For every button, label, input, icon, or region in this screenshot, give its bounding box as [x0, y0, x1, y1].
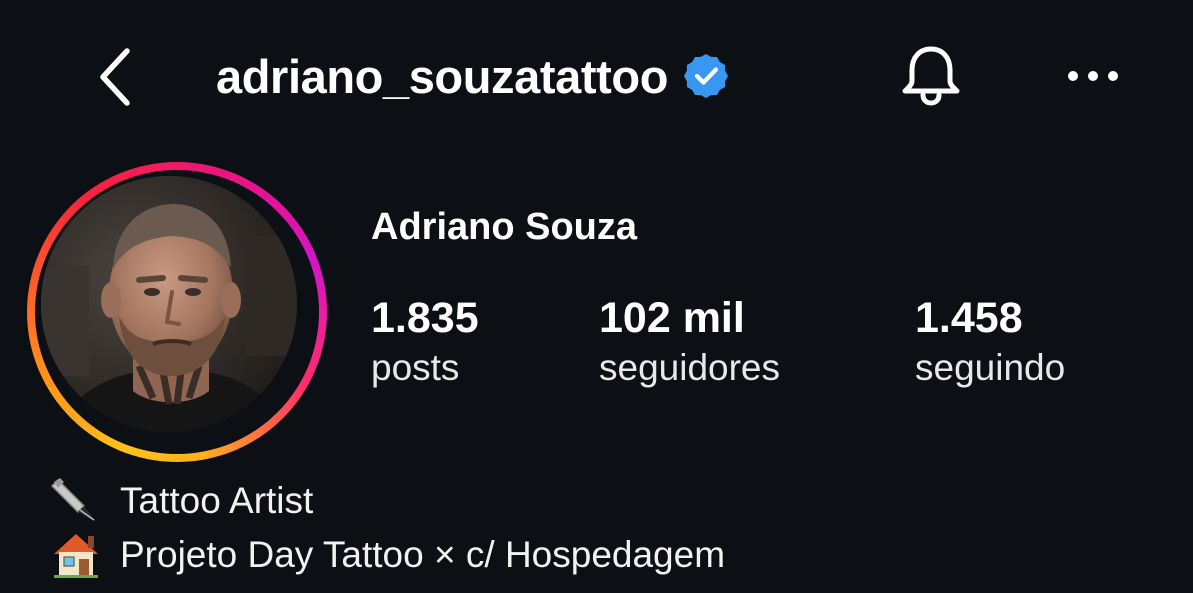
bio-line: Projeto Day Tattoo × c/ Hospedagem	[48, 529, 725, 581]
following-count[interactable]: 1.458 seguindo	[915, 292, 1065, 392]
house-emoji-icon	[48, 530, 104, 580]
avatar	[41, 176, 297, 432]
username: adriano_souzatattoo	[216, 49, 669, 103]
profile-username-header: adriano_souzatattoo	[216, 44, 730, 108]
notifications-button[interactable]	[896, 40, 966, 112]
bio-line: Tattoo Artist	[48, 475, 313, 527]
story-ring[interactable]	[27, 162, 327, 462]
pen-nib-emoji-icon	[48, 476, 104, 526]
followers-count[interactable]: 102 mil seguidores	[599, 292, 780, 392]
back-button[interactable]	[88, 42, 142, 112]
following-label: seguindo	[915, 347, 1066, 388]
followers-label: seguidores	[599, 347, 781, 388]
posts-count[interactable]: 1.835 posts	[371, 292, 479, 392]
following-value: 1.458	[915, 294, 1023, 342]
bio-text: Tattoo Artist	[120, 480, 314, 521]
verified-badge-icon	[682, 52, 730, 100]
bio-text: Projeto Day Tattoo × c/ Hospedagem	[120, 534, 726, 575]
posts-value: 1.835	[371, 294, 479, 342]
chevron-left-icon	[100, 48, 130, 106]
more-horizontal-icon	[1068, 71, 1118, 81]
profile-full-name: Adriano Souza	[371, 206, 638, 248]
profile-screen: adriano_souzatattoo Adriano Souza 1.835 …	[0, 0, 1193, 593]
bell-icon	[902, 46, 960, 106]
posts-label: posts	[371, 347, 460, 388]
more-options-button[interactable]	[1060, 54, 1126, 98]
followers-value: 102 mil	[599, 294, 745, 342]
